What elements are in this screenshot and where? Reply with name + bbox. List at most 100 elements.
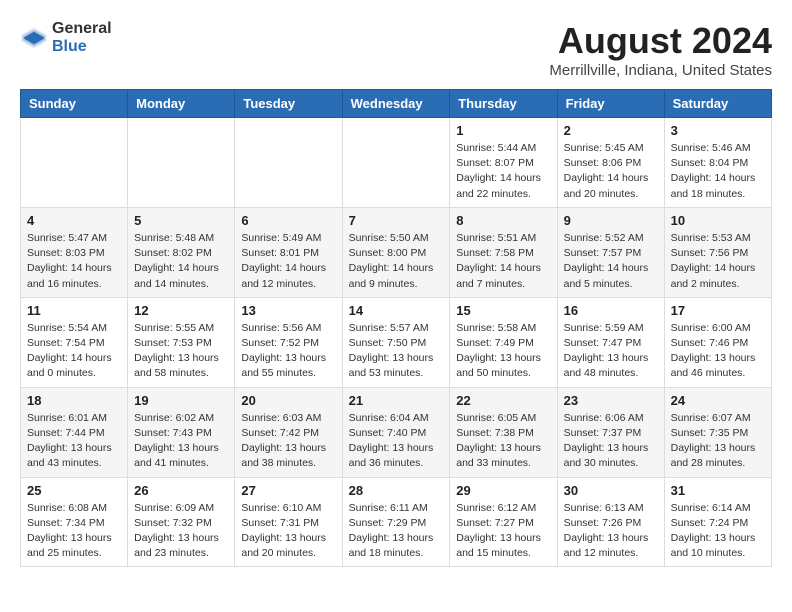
day-info: Sunrise: 5:58 AM Sunset: 7:49 PM Dayligh… [456, 321, 550, 382]
calendar-cell: 12 Sunrise: 5:55 AM Sunset: 7:53 PM Dayli… [128, 297, 235, 387]
calendar-cell: 3 Sunrise: 5:46 AM Sunset: 8:04 PM Daylig… [664, 118, 771, 208]
calendar-cell: 17Sunrise: 6:00 AM Sunset: 7:46 PM Dayli… [664, 297, 771, 387]
day-number: 12 [134, 303, 228, 318]
day-info: Sunrise: 5:56 AM Sunset: 7:52 PM Dayligh… [241, 321, 335, 382]
day-number: 3 [671, 123, 765, 138]
calendar-cell: 11Sunrise: 5:54 AM Sunset: 7:54 PM Dayli… [21, 297, 128, 387]
day-info: Sunrise: 5:52 AM Sunset: 7:57 PM Dayligh… [564, 231, 658, 292]
header-sunday: Sunday [21, 90, 128, 118]
day-info: Sunrise: 5:46 AM Sunset: 8:04 PM Dayligh… [671, 141, 765, 202]
day-info: Sunrise: 5:59 AM Sunset: 7:47 PM Dayligh… [564, 321, 658, 382]
logo-blue: Blue [52, 38, 112, 56]
day-number: 10 [671, 213, 765, 228]
calendar-cell: 29Sunrise: 6:12 AM Sunset: 7:27 PM Dayli… [450, 477, 557, 567]
day-number: 15 [456, 303, 550, 318]
day-info: Sunrise: 6:12 AM Sunset: 7:27 PM Dayligh… [456, 501, 550, 562]
calendar-cell: 5 Sunrise: 5:48 AM Sunset: 8:02 PM Daylig… [128, 207, 235, 297]
logo-text: General Blue [52, 20, 112, 55]
calendar-cell: 13 Sunrise: 5:56 AM Sunset: 7:52 PM Dayli… [235, 297, 342, 387]
day-number: 2 [564, 123, 658, 138]
calendar-cell: 26 Sunrise: 6:09 AM Sunset: 7:32 PM Dayli… [128, 477, 235, 567]
day-info: Sunrise: 6:02 AM Sunset: 7:43 PM Dayligh… [134, 411, 228, 472]
day-info: Sunrise: 6:09 AM Sunset: 7:32 PM Dayligh… [134, 501, 228, 562]
calendar-cell: 14 Sunrise: 5:57 AM Sunset: 7:50 PM Dayli… [342, 297, 450, 387]
day-info: Sunrise: 5:55 AM Sunset: 7:53 PM Dayligh… [134, 321, 228, 382]
day-number: 18 [27, 393, 121, 408]
day-number: 1 [456, 123, 550, 138]
day-info: Sunrise: 6:08 AM Sunset: 7:34 PM Dayligh… [27, 501, 121, 562]
calendar-cell: 7Sunrise: 5:50 AM Sunset: 8:00 PM Daylig… [342, 207, 450, 297]
day-number: 16 [564, 303, 658, 318]
calendar-cell: 6 Sunrise: 5:49 AM Sunset: 8:01 PM Daylig… [235, 207, 342, 297]
day-info: Sunrise: 5:57 AM Sunset: 7:50 PM Dayligh… [349, 321, 444, 382]
day-number: 31 [671, 483, 765, 498]
day-info: Sunrise: 5:53 AM Sunset: 7:56 PM Dayligh… [671, 231, 765, 292]
header-friday: Friday [557, 90, 664, 118]
calendar-table: SundayMondayTuesdayWednesdayThursdayFrid… [20, 89, 772, 567]
calendar-week-row: 1 Sunrise: 5:44 AM Sunset: 8:07 PM Daylig… [21, 118, 772, 208]
header-thursday: Thursday [450, 90, 557, 118]
day-number: 24 [671, 393, 765, 408]
day-number: 19 [134, 393, 228, 408]
day-info: Sunrise: 5:49 AM Sunset: 8:01 PM Dayligh… [241, 231, 335, 292]
calendar-cell: 9Sunrise: 5:52 AM Sunset: 7:57 PM Daylig… [557, 207, 664, 297]
calendar-cell [342, 118, 450, 208]
day-number: 30 [564, 483, 658, 498]
day-number: 4 [27, 213, 121, 228]
header-monday: Monday [128, 90, 235, 118]
day-number: 6 [241, 213, 335, 228]
day-number: 13 [241, 303, 335, 318]
calendar-cell: 20Sunrise: 6:03 AM Sunset: 7:42 PM Dayli… [235, 387, 342, 477]
calendar-cell: 4 Sunrise: 5:47 AM Sunset: 8:03 PM Daylig… [21, 207, 128, 297]
day-info: Sunrise: 6:11 AM Sunset: 7:29 PM Dayligh… [349, 501, 444, 562]
calendar-cell: 19 Sunrise: 6:02 AM Sunset: 7:43 PM Dayli… [128, 387, 235, 477]
day-number: 8 [456, 213, 550, 228]
header-wednesday: Wednesday [342, 90, 450, 118]
header-tuesday: Tuesday [235, 90, 342, 118]
calendar-week-row: 4 Sunrise: 5:47 AM Sunset: 8:03 PM Daylig… [21, 207, 772, 297]
day-number: 20 [241, 393, 335, 408]
calendar-cell: 15 Sunrise: 5:58 AM Sunset: 7:49 PM Dayli… [450, 297, 557, 387]
main-title: August 2024 [549, 20, 772, 62]
day-info: Sunrise: 6:13 AM Sunset: 7:26 PM Dayligh… [564, 501, 658, 562]
logo-general: General [52, 20, 112, 38]
day-info: Sunrise: 6:04 AM Sunset: 7:40 PM Dayligh… [349, 411, 444, 472]
calendar-cell: 25 Sunrise: 6:08 AM Sunset: 7:34 PM Dayli… [21, 477, 128, 567]
day-info: Sunrise: 6:07 AM Sunset: 7:35 PM Dayligh… [671, 411, 765, 472]
calendar-cell: 16 Sunrise: 5:59 AM Sunset: 7:47 PM Dayli… [557, 297, 664, 387]
day-number: 14 [349, 303, 444, 318]
calendar-cell: 24 Sunrise: 6:07 AM Sunset: 7:35 PM Dayli… [664, 387, 771, 477]
day-info: Sunrise: 5:44 AM Sunset: 8:07 PM Dayligh… [456, 141, 550, 202]
day-info: Sunrise: 5:47 AM Sunset: 8:03 PM Dayligh… [27, 231, 121, 292]
calendar-cell: 10 Sunrise: 5:53 AM Sunset: 7:56 PM Dayli… [664, 207, 771, 297]
calendar-cell: 18 Sunrise: 6:01 AM Sunset: 7:44 PM Dayli… [21, 387, 128, 477]
day-info: Sunrise: 6:14 AM Sunset: 7:24 PM Dayligh… [671, 501, 765, 562]
calendar-cell [235, 118, 342, 208]
calendar-cell: 1 Sunrise: 5:44 AM Sunset: 8:07 PM Daylig… [450, 118, 557, 208]
calendar-cell: 27 Sunrise: 6:10 AM Sunset: 7:31 PM Dayli… [235, 477, 342, 567]
calendar-header-row: SundayMondayTuesdayWednesdayThursdayFrid… [21, 90, 772, 118]
logo: General Blue [20, 20, 112, 55]
day-info: Sunrise: 6:10 AM Sunset: 7:31 PM Dayligh… [241, 501, 335, 562]
day-number: 25 [27, 483, 121, 498]
day-info: Sunrise: 6:01 AM Sunset: 7:44 PM Dayligh… [27, 411, 121, 472]
logo-icon [20, 24, 48, 52]
day-number: 23 [564, 393, 658, 408]
day-info: Sunrise: 5:48 AM Sunset: 8:02 PM Dayligh… [134, 231, 228, 292]
day-number: 22 [456, 393, 550, 408]
day-info: Sunrise: 5:50 AM Sunset: 8:00 PM Dayligh… [349, 231, 444, 292]
day-info: Sunrise: 6:06 AM Sunset: 7:37 PM Dayligh… [564, 411, 658, 472]
day-number: 5 [134, 213, 228, 228]
calendar-week-row: 25 Sunrise: 6:08 AM Sunset: 7:34 PM Dayli… [21, 477, 772, 567]
header-saturday: Saturday [664, 90, 771, 118]
calendar-cell: 22Sunrise: 6:05 AM Sunset: 7:38 PM Dayli… [450, 387, 557, 477]
day-info: Sunrise: 6:00 AM Sunset: 7:46 PM Dayligh… [671, 321, 765, 382]
calendar-week-row: 18 Sunrise: 6:01 AM Sunset: 7:44 PM Dayli… [21, 387, 772, 477]
calendar-cell: 30 Sunrise: 6:13 AM Sunset: 7:26 PM Dayli… [557, 477, 664, 567]
day-number: 26 [134, 483, 228, 498]
day-number: 11 [27, 303, 121, 318]
calendar-cell: 23 Sunrise: 6:06 AM Sunset: 7:37 PM Dayli… [557, 387, 664, 477]
calendar-week-row: 11Sunrise: 5:54 AM Sunset: 7:54 PM Dayli… [21, 297, 772, 387]
calendar-cell: 31 Sunrise: 6:14 AM Sunset: 7:24 PM Dayli… [664, 477, 771, 567]
day-number: 27 [241, 483, 335, 498]
